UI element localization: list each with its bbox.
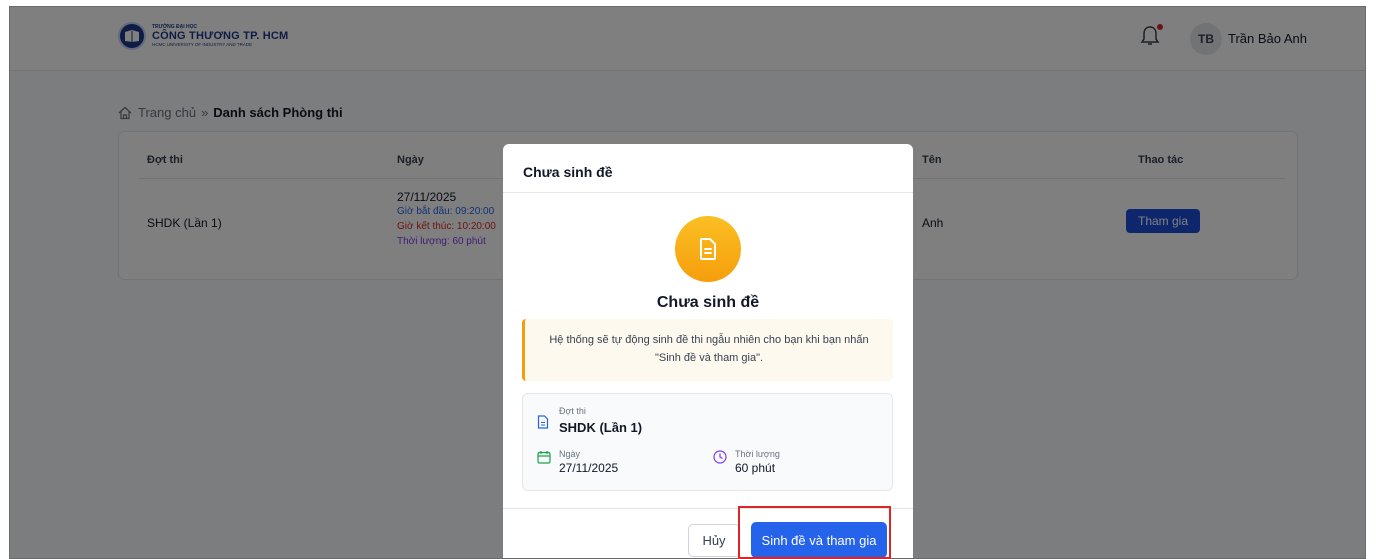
app-window: TRƯỜNG ĐẠI HỌC CÔNG THƯƠNG TP. HCM HCMC … [9, 6, 1366, 559]
generate-exam-modal: Chưa sinh đề Chưa sinh đề Hệ thống sẽ tự… [503, 144, 913, 558]
calendar-icon [537, 451, 551, 464]
exam-round-label: Đợt thi [559, 406, 586, 416]
exam-round-value: SHDK (Lần 1) [559, 420, 643, 435]
modal-heading: Chưa sinh đề [656, 294, 760, 311]
highlight-box [738, 506, 891, 559]
duration-value: 60 phút [735, 461, 776, 475]
document-icon [675, 216, 741, 282]
clock-icon [713, 450, 727, 464]
modal-header-divider [503, 192, 913, 193]
duration-label: Thời lượng [735, 449, 780, 459]
file-icon [537, 415, 549, 429]
auto-generate-notice: Hệ thống sẽ tự động sinh đề thi ngẫu nhi… [522, 319, 893, 381]
cancel-button[interactable]: Hủy [688, 524, 740, 557]
date-value: 27/11/2025 [559, 461, 619, 475]
date-label: Ngày [559, 449, 581, 459]
exam-info-box: Đợt thi SHDK (Lần 1) Ngày 27/11/2025 Thờ… [522, 393, 893, 491]
modal-title: Chưa sinh đề [523, 164, 613, 180]
